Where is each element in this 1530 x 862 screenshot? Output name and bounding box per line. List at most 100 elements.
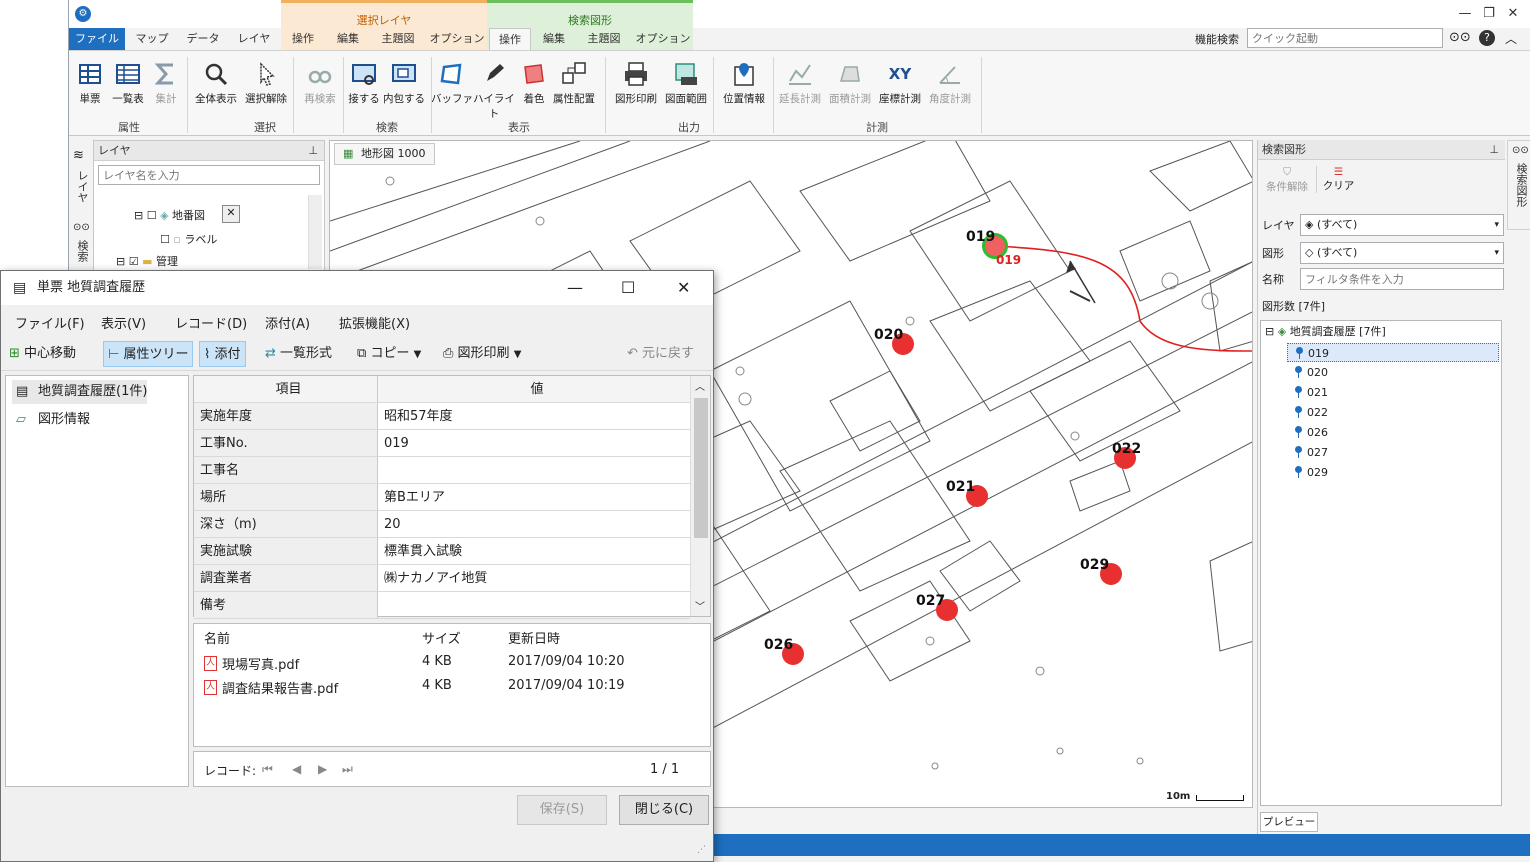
dock-tab-search-figure[interactable]: 検索図形 <box>1513 163 1529 207</box>
tree-item-022[interactable]: 022 <box>1287 403 1499 422</box>
layers-icon[interactable]: ≋ <box>73 148 84 163</box>
tab-operation-layer[interactable]: 操作 <box>281 28 325 50</box>
show-all-button[interactable]: 全体表示 <box>191 61 241 106</box>
help-icon[interactable]: ? <box>1479 30 1495 46</box>
preview-button[interactable]: プレビュー <box>1260 812 1318 832</box>
menu-file[interactable]: ファイル(F) <box>15 313 85 332</box>
grid-value[interactable] <box>378 592 690 618</box>
menu-attach[interactable]: 添付(A) <box>265 313 310 332</box>
last-record-icon[interactable]: ⏭ <box>342 762 353 777</box>
layer-filter-combo[interactable]: ◈ (すべて) ▾ <box>1300 214 1504 236</box>
area-measure-button[interactable]: 面積計測 <box>825 61 875 106</box>
wrench-icon[interactable]: ✕ <box>222 205 240 223</box>
scroll-thumb[interactable] <box>694 398 708 538</box>
undo-button[interactable]: ↶ 元に戻す <box>623 341 698 367</box>
quick-launch-input[interactable] <box>1247 28 1443 48</box>
contain-button[interactable]: 内包する <box>379 61 429 106</box>
tab-map[interactable]: マップ <box>129 28 175 50</box>
grid-scrollbar[interactable]: ︿ ﹀ <box>690 376 710 616</box>
tab-option-search[interactable]: オプション <box>633 28 693 50</box>
binoculars-icon[interactable]: ⊙⊙ <box>73 222 90 233</box>
figure-print-button[interactable]: 図形印刷 <box>611 61 661 106</box>
attribute-placement-button[interactable]: 属性配置 <box>549 61 599 106</box>
maximize-icon[interactable]: ❐ <box>1479 4 1499 24</box>
tree-item-020[interactable]: 020 <box>1287 363 1499 382</box>
tab-layer[interactable]: レイヤ <box>231 28 277 50</box>
layer-item-label-layer[interactable]: ☐ ▫ ラベル <box>160 231 217 247</box>
name-filter-input[interactable] <box>1300 268 1504 290</box>
grid-value[interactable]: 昭和57年度 <box>378 403 690 429</box>
dock-tab-layer[interactable]: レイヤ <box>74 170 90 203</box>
attach-button[interactable]: ⌇ 添付 <box>199 341 246 367</box>
tree-item-021[interactable]: 021 <box>1287 383 1499 402</box>
clear-selection-button[interactable]: 選択解除 <box>241 61 291 106</box>
menu-view[interactable]: 表示(V) <box>101 313 146 332</box>
file-row[interactable]: 人 現場写真.pdf 4 KB 2017/09/04 10:20 <box>194 654 710 676</box>
grid-value[interactable]: 第Bエリア <box>378 484 690 510</box>
grid-value[interactable]: ㈱ナカノアイ地質 <box>378 565 690 591</box>
tab-theme-layer[interactable]: 主題図 <box>371 28 425 50</box>
tree-item-026[interactable]: 026 <box>1287 423 1499 442</box>
copy-button[interactable]: ⧉ コピー ▼ <box>353 341 425 367</box>
layer-item-parcel[interactable]: ⊟ ☐ ◈ 地番図 <box>134 207 205 223</box>
re-search-button[interactable]: 再検索 <box>295 61 345 106</box>
tree-item-027[interactable]: 027 <box>1287 443 1499 462</box>
prev-record-icon[interactable]: ◀ <box>292 762 301 776</box>
tree-root[interactable]: ⊟ ◈ 地質調査履歴 [7件] <box>1265 323 1386 341</box>
resize-grip-icon[interactable]: ⋰ <box>697 845 706 855</box>
tree-item-record[interactable]: ▤ 地質調査履歴(1件) <box>12 380 148 404</box>
grid-row[interactable]: 調査業者 ㈱ナカノアイ地質 <box>194 565 690 592</box>
binoculars-icon[interactable]: ⊙⊙ <box>1449 30 1471 45</box>
tree-item-019[interactable]: 019 <box>1287 343 1499 362</box>
tab-data[interactable]: データ <box>179 28 227 50</box>
pin-icon[interactable]: ⊥ <box>1489 140 1499 160</box>
menu-extension[interactable]: 拡張機能(X) <box>339 313 410 332</box>
close-icon[interactable]: ✕ <box>677 271 690 305</box>
clear-button[interactable]: ☰ クリア <box>1316 166 1360 193</box>
menu-record[interactable]: レコード(D) <box>175 313 247 332</box>
tab-operation-search[interactable]: 操作 <box>489 28 531 50</box>
grid-value[interactable]: 019 <box>378 430 690 456</box>
attribute-tree-button[interactable]: ⊢ 属性ツリー <box>103 341 194 367</box>
grid-value[interactable] <box>378 457 690 483</box>
layer-filter-input[interactable] <box>98 165 320 185</box>
grid-row[interactable]: 場所 第Bエリア <box>194 484 690 511</box>
map-tab[interactable]: ▦ 地形図 1000 <box>334 143 435 165</box>
location-info-button[interactable]: 位置情報 <box>719 61 769 106</box>
grid-row[interactable]: 工事名 <box>194 457 690 484</box>
drawing-range-button[interactable]: 図面範囲 <box>661 61 711 106</box>
grid-value[interactable]: 20 <box>378 511 690 537</box>
tab-edit-search[interactable]: 編集 <box>533 28 575 50</box>
dock-tab-search[interactable]: 検索 <box>74 240 90 262</box>
file-row[interactable]: 人 調査結果報告書.pdf 4 KB 2017/09/04 10:19 <box>194 678 710 700</box>
layer-scrollbar[interactable] <box>308 195 322 269</box>
shape-filter-combo[interactable]: ◇ (すべて) ▾ <box>1300 242 1504 264</box>
grid-row[interactable]: 備考 <box>194 592 690 619</box>
chevron-up-icon[interactable]: ︿ <box>695 378 705 393</box>
grid-row[interactable]: 深さ（m) 20 <box>194 511 690 538</box>
save-button[interactable]: 保存(S) <box>517 795 607 825</box>
next-record-icon[interactable]: ▶ <box>318 762 327 776</box>
first-record-icon[interactable]: ⏮ <box>262 762 273 777</box>
tree-item-029[interactable]: 029 <box>1287 463 1499 482</box>
list-format-button[interactable]: ⇄ 一覧形式 <box>261 341 336 367</box>
binoculars-icon[interactable]: ⊙⊙ <box>1512 145 1529 156</box>
tree-item-figure-info[interactable]: ▱ 図形情報 <box>12 408 90 432</box>
minimize-icon[interactable]: — <box>567 271 583 305</box>
grid-row[interactable]: 実施試験 標準貫入試験 <box>194 538 690 565</box>
length-measure-button[interactable]: 延長計測 <box>775 61 825 106</box>
collapse-ribbon-icon[interactable]: ︿ <box>1505 30 1517 47</box>
tab-theme-search[interactable]: 主題図 <box>577 28 631 50</box>
aggregate-button[interactable]: 集計 <box>141 61 191 106</box>
tab-option-layer[interactable]: オプション <box>427 28 487 50</box>
layer-item-management[interactable]: ⊟ ☑ ▬ 管理 <box>116 253 178 269</box>
maximize-icon[interactable]: ☐ <box>621 271 635 305</box>
angle-measure-button[interactable]: 角度計測 <box>925 61 975 106</box>
app-icon[interactable]: ⚙ <box>75 6 91 22</box>
tab-edit-layer[interactable]: 編集 <box>327 28 369 50</box>
minimize-icon[interactable]: — <box>1455 4 1475 24</box>
grid-value[interactable]: 標準貫入試験 <box>378 538 690 564</box>
coordinate-measure-button[interactable]: XY 座標計測 <box>875 61 925 106</box>
grid-row[interactable]: 工事No. 019 <box>194 430 690 457</box>
close-button[interactable]: 閉じる(C) <box>619 795 709 825</box>
